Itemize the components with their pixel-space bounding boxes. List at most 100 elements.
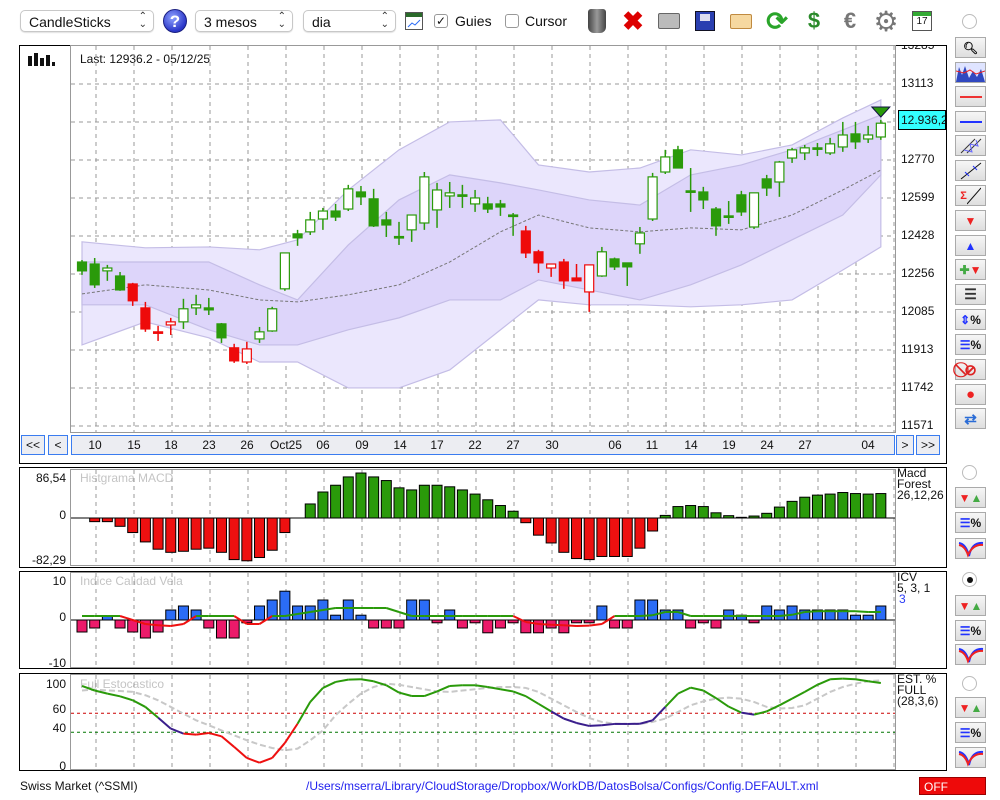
chart-type-select[interactable]: CandleSticks ⌃ ⌄ <box>20 10 154 32</box>
macd-signals-button[interactable]: ▼ ▲ <box>955 487 986 508</box>
status-off-indicator[interactable]: OFF <box>919 777 986 795</box>
toolbar-radio[interactable] <box>962 14 977 29</box>
range-percent-button[interactable]: ⇕% <box>955 309 986 330</box>
dashed-lines-icon: ☰ <box>964 286 977 302</box>
price-tick-label: 12256 <box>901 266 935 280</box>
period-select[interactable]: 3 mesos ⌃ ⌄ <box>195 10 293 32</box>
chevron-updown-icon: ⌃ ⌄ <box>380 11 389 30</box>
clear-button[interactable]: ⃠⊘ <box>955 359 986 380</box>
nav-first-button[interactable]: << <box>21 435 45 455</box>
date-tick-label: 15 <box>127 438 141 452</box>
config-path-link[interactable]: /Users/mserra/Library/CloudStorage/Dropb… <box>306 779 818 793</box>
record-button[interactable]: ● <box>955 384 986 405</box>
gear-icon[interactable]: ⚙ <box>871 6 901 37</box>
date-tick-label: 19 <box>722 438 736 452</box>
camera-icon[interactable] <box>654 6 684 36</box>
help-icon[interactable]: ? <box>163 9 187 33</box>
sigma-trendline-button[interactable]: Σ <box>955 185 986 206</box>
price-tick-label: 12085 <box>901 304 935 318</box>
icv-plot-area[interactable] <box>70 572 896 668</box>
main-plot-area[interactable] <box>70 45 896 433</box>
plus-icon: ✚ <box>959 262 970 277</box>
lines-percent-button[interactable]: ☰% <box>955 334 986 355</box>
macd-legend: Macd Forest 26,12,26 <box>897 467 944 501</box>
icv-legend-value: 3 <box>899 592 906 606</box>
date-tick-label: 26 <box>240 438 254 452</box>
add-signal-button[interactable]: ✚ ▼ <box>955 259 986 280</box>
guides-checkbox[interactable]: ✓ <box>434 14 448 28</box>
trash-icon[interactable] <box>582 6 612 36</box>
stoch-curve-button[interactable] <box>955 747 986 768</box>
channel-button[interactable] <box>955 135 986 156</box>
icv-curve-button[interactable] <box>955 644 986 665</box>
interval-value: dia <box>312 14 331 30</box>
blue-line-button[interactable] <box>955 111 986 132</box>
save-icon[interactable] <box>690 6 720 36</box>
refresh-icon[interactable]: ⟳ <box>762 6 792 36</box>
calendar-icon[interactable]: 17 <box>907 6 937 36</box>
lines-icon: ☰ <box>959 623 971 638</box>
red-down-arrow-icon: ▼ <box>969 262 982 277</box>
red-line-icon <box>959 95 982 98</box>
swap-arrows-icon: ⇄ <box>964 410 977 428</box>
trendline-button[interactable] <box>955 160 986 181</box>
folder-icon[interactable] <box>726 6 756 36</box>
lines-icon: ☰ <box>959 337 971 352</box>
icv-lines-percent-button[interactable]: ☰% <box>955 620 986 641</box>
stoch-lines-percent-button[interactable]: ☰% <box>955 722 986 743</box>
icv-signals-button[interactable]: ▼ ▲ <box>955 595 986 616</box>
red-line-button[interactable] <box>955 86 986 107</box>
date-tick-label: 11 <box>645 438 659 452</box>
macd-radio[interactable] <box>962 465 977 480</box>
dashes-button[interactable]: ☰ <box>955 284 986 305</box>
chart-type-value: CandleSticks <box>29 14 111 30</box>
chart-window-icon[interactable] <box>405 12 423 30</box>
swap-button[interactable]: ⇄ <box>955 408 986 429</box>
blue-line-icon <box>959 120 982 123</box>
red-down-arrow-icon: ▼ <box>958 700 971 715</box>
interval-select[interactable]: dia ⌃ ⌄ <box>303 10 396 32</box>
last-price-tag: 12.936,2 <box>898 110 946 130</box>
date-tick-label: 18 <box>164 438 178 452</box>
macd-plot-area[interactable] <box>70 469 896 566</box>
nav-last-button[interactable]: >> <box>916 435 940 455</box>
macd-lines-percent-button[interactable]: ☰% <box>955 512 986 533</box>
green-up-arrow-icon: ▲ <box>970 598 983 613</box>
oscillator-curve-icon <box>958 750 983 767</box>
icv-max-label: 10 <box>52 574 66 588</box>
nav-prev-button[interactable]: < <box>48 435 68 455</box>
bar-chart-icon[interactable] <box>28 52 56 66</box>
down-arrow-button[interactable]: ▼ <box>955 210 986 231</box>
date-tick-label: 14 <box>684 438 698 452</box>
stoch-tick-40: 40 <box>52 721 66 735</box>
symbol-label: Swiss Market (^SSMI) <box>20 779 138 793</box>
zoom-button[interactable]: 🔍︎ <box>955 37 986 58</box>
green-up-arrow-icon: ▲ <box>970 490 983 505</box>
macd-curve-button[interactable] <box>955 538 986 559</box>
stoch-tick-60: 60 <box>52 702 66 716</box>
dollar-globe-icon[interactable]: $ <box>799 6 829 36</box>
period-value: 3 mesos <box>204 14 257 30</box>
up-arrow-button[interactable]: ▲ <box>955 235 986 256</box>
price-tick-label: 13285 <box>901 46 934 52</box>
mini-chart-icon <box>956 66 985 82</box>
red-down-arrow-icon: ▼ <box>958 490 971 505</box>
cursor-checkbox[interactable] <box>505 14 519 28</box>
stoch-signals-button[interactable]: ▼ ▲ <box>955 697 986 718</box>
delete-icon[interactable]: ✖ <box>618 6 648 36</box>
date-tick-label: 24 <box>760 438 774 452</box>
last-price-label: Last: 12936.2 - 05/12/25 <box>80 52 211 66</box>
overview-chart-button[interactable] <box>955 62 986 83</box>
oscillator-curve-icon <box>958 647 983 664</box>
lines-icon: ☰ <box>959 515 971 530</box>
green-up-arrow-icon: ▲ <box>970 700 983 715</box>
stoch-radio[interactable] <box>962 676 977 691</box>
nav-next-button[interactable]: > <box>896 435 914 455</box>
date-tick-label: 27 <box>798 438 812 452</box>
stoch-plot-area[interactable] <box>70 674 896 770</box>
euro-icon[interactable]: € <box>835 6 865 36</box>
icv-radio[interactable] <box>962 572 977 587</box>
calendar-day: 17 <box>916 16 928 27</box>
cursor-label: Cursor <box>525 13 568 29</box>
icv-legend: ICV 5, 3, 13 <box>897 571 930 606</box>
